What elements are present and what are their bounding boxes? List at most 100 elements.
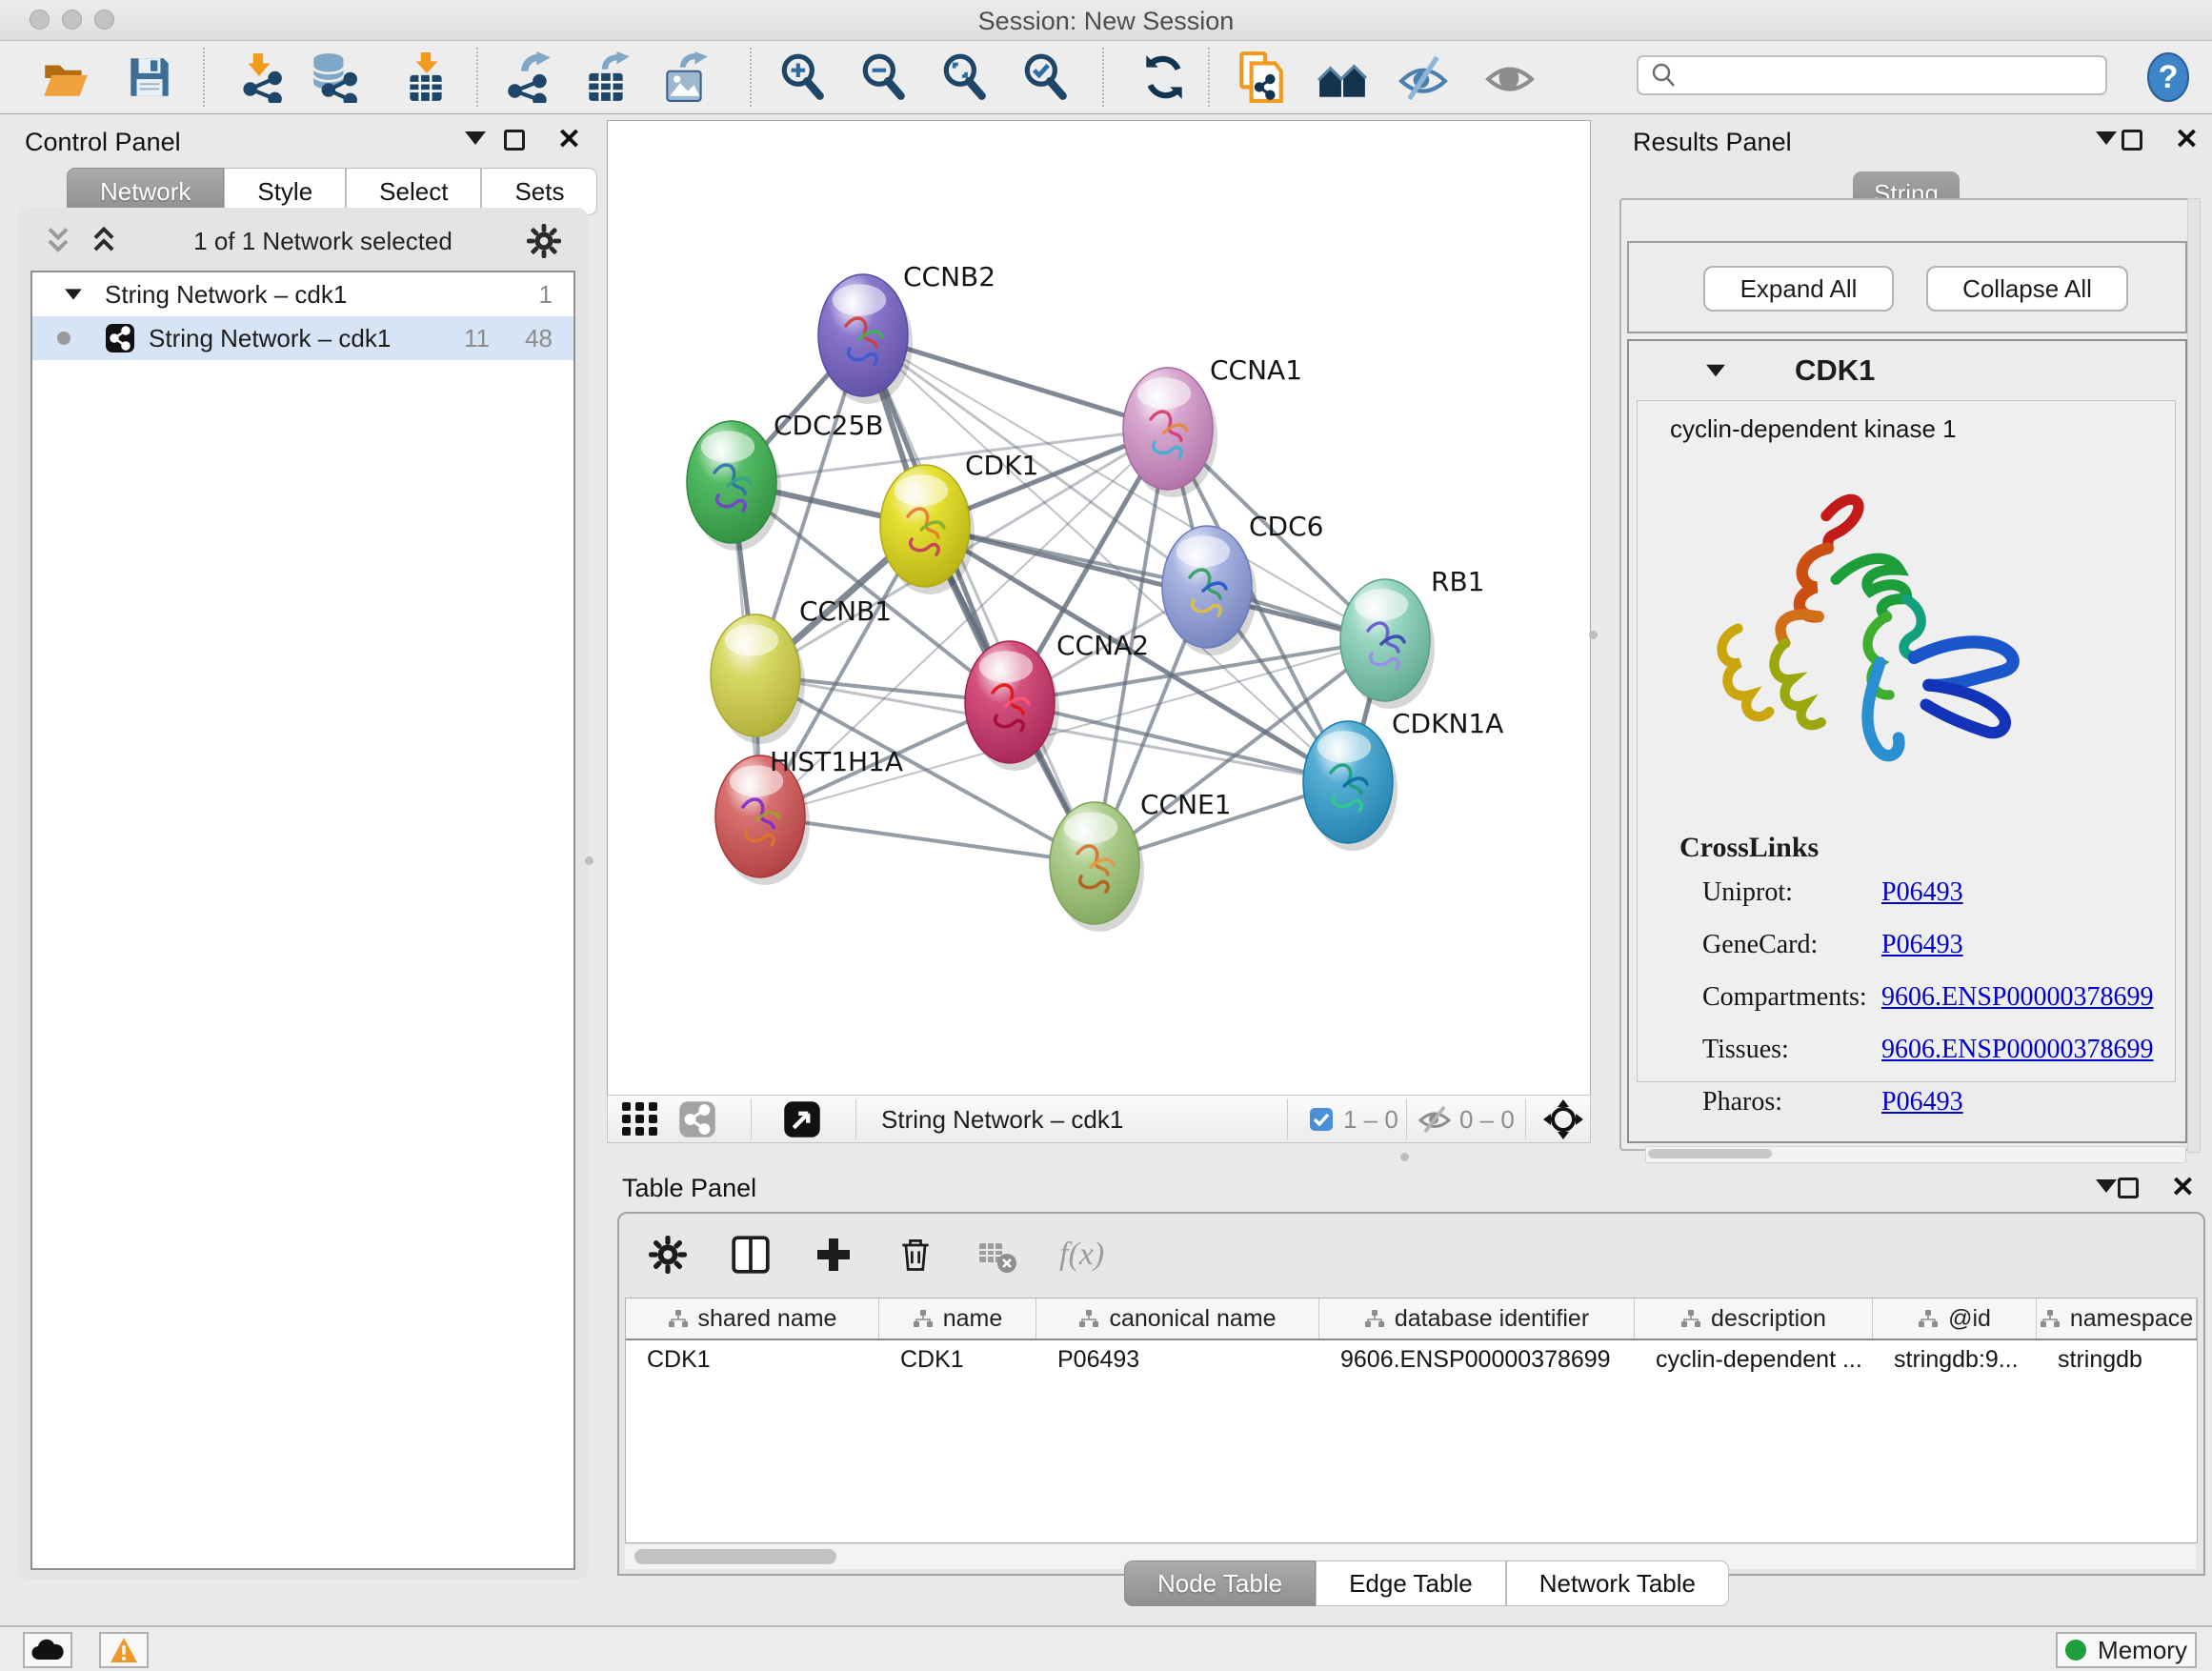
network-node-ccnb1[interactable]: CCNB1 <box>711 595 892 744</box>
network-node-cdc25b[interactable]: CDC25B <box>687 410 884 551</box>
network-row[interactable]: String Network – cdk1 11 48 <box>32 316 573 360</box>
crosslink-value-link[interactable]: P06493 <box>1881 877 1963 907</box>
node-label: CCNB2 <box>903 261 995 292</box>
column-header-shared-name[interactable]: shared name <box>626 1299 879 1339</box>
zoom-in-icon[interactable] <box>776 51 828 103</box>
column-header-name[interactable]: name <box>879 1299 1036 1339</box>
network-options-gear-icon[interactable] <box>526 223 562 259</box>
expand-all-button[interactable]: Expand All <box>1703 266 1894 312</box>
float-panel-icon[interactable] <box>504 130 525 151</box>
zoom-selected-icon[interactable] <box>1019 51 1071 103</box>
network-node-cdk1[interactable]: CDK1 <box>880 450 1038 594</box>
app-store-button[interactable] <box>23 1632 72 1668</box>
float-panel-icon[interactable] <box>2122 130 2142 151</box>
network-node-hist1h1a[interactable]: HIST1H1A <box>715 746 903 885</box>
memory-label: Memory <box>2098 1636 2187 1665</box>
delete-table-icon[interactable] <box>977 1235 1017 1275</box>
tab-node-table[interactable]: Node Table <box>1124 1560 1316 1606</box>
close-panel-icon[interactable]: ✕ <box>557 130 581 151</box>
create-column-icon[interactable] <box>814 1235 854 1275</box>
warnings-button[interactable] <box>99 1632 149 1668</box>
function-builder-icon[interactable]: f(x) <box>1059 1237 1104 1273</box>
node-table: shared namenamecanonical namedatabase id… <box>625 1298 2198 1543</box>
clone-network-icon[interactable] <box>1236 51 1287 103</box>
column-header--id[interactable]: @id <box>1873 1299 2037 1339</box>
bottom-splitter-handle[interactable] <box>1400 1153 1409 1161</box>
table-cell[interactable]: cyclin-dependent ... <box>1635 1340 1873 1380</box>
left-splitter-handle[interactable] <box>585 856 593 865</box>
zoom-out-icon[interactable] <box>857 51 909 103</box>
table-cell[interactable]: CDK1 <box>626 1340 879 1380</box>
import-network-icon[interactable] <box>233 51 285 103</box>
cdk1-collapse-icon[interactable] <box>1706 365 1725 377</box>
collection-expand-icon[interactable] <box>65 289 82 299</box>
birdseye-view-icon[interactable] <box>783 1100 821 1138</box>
table-options-gear-icon[interactable] <box>648 1235 688 1275</box>
table-cell[interactable]: P06493 <box>1036 1340 1319 1380</box>
network-view-type-icon[interactable] <box>678 1100 716 1138</box>
crosslink-value-link[interactable]: P06493 <box>1881 930 1963 959</box>
results-vertical-scrollbar[interactable] <box>2187 198 2201 1153</box>
network-node-ccne1[interactable]: CCNE1 <box>1050 789 1232 932</box>
panel-menu-icon[interactable] <box>2096 1179 2117 1193</box>
column-header-namespace[interactable]: namespace <box>2037 1299 2197 1339</box>
crosslink-value-link[interactable]: 9606.ENSP00000378699 <box>1881 982 2153 1012</box>
tab-edge-table[interactable]: Edge Table <box>1316 1560 1506 1606</box>
help-icon[interactable]: ? <box>2146 51 2190 103</box>
network-node-ccnb2[interactable]: CCNB2 <box>818 261 995 404</box>
delete-column-icon[interactable] <box>895 1235 935 1275</box>
crosslink-value-link[interactable]: P06493 <box>1881 1087 1963 1117</box>
column-header-description[interactable]: description <box>1635 1299 1873 1339</box>
grid-view-icon[interactable] <box>621 1101 659 1137</box>
selected-checkbox-icon[interactable] <box>1309 1107 1334 1132</box>
tab-network-table[interactable]: Network Table <box>1506 1560 1729 1606</box>
toolbar-separator <box>1208 48 1210 107</box>
table-cell[interactable]: 9606.ENSP00000378699 <box>1319 1340 1635 1380</box>
network-node-cdc6[interactable]: CDC6 <box>1162 511 1323 655</box>
network-edge[interactable] <box>863 335 1095 863</box>
main-toolbar: ? <box>0 41 2212 114</box>
network-canvas[interactable]: CCNB2CCNA1CDC25BCDK1CDC6RB1CCNB1CCNA2CDK… <box>607 120 1591 1096</box>
hide-eye-icon[interactable] <box>1398 51 1449 103</box>
export-table-icon[interactable] <box>581 51 633 103</box>
network-node-ccna1[interactable]: CCNA1 <box>1123 354 1302 497</box>
refresh-icon[interactable] <box>1138 51 1190 103</box>
float-panel-icon[interactable] <box>2118 1178 2139 1198</box>
network-collection-row[interactable]: String Network – cdk1 1 <box>32 272 573 316</box>
show-eye-icon[interactable] <box>1484 51 1536 103</box>
collection-count: 1 <box>539 280 553 310</box>
open-session-icon[interactable] <box>40 51 91 103</box>
collapse-all-button[interactable]: Collapse All <box>1926 266 2128 312</box>
right-splitter-handle[interactable] <box>1589 631 1598 639</box>
search-input[interactable] <box>1679 61 2105 90</box>
table-cell[interactable]: stringdb <box>2037 1340 2197 1380</box>
export-image-icon[interactable] <box>659 51 711 103</box>
hidden-elements-icon[interactable] <box>1418 1105 1452 1134</box>
network-edge[interactable] <box>760 816 1095 863</box>
panel-menu-icon[interactable] <box>465 131 486 145</box>
table-cell[interactable]: CDK1 <box>879 1340 1036 1380</box>
fit-selection-icon[interactable] <box>1543 1099 1583 1139</box>
network-edge[interactable] <box>925 526 1385 640</box>
close-panel-icon[interactable]: ✕ <box>2175 130 2199 151</box>
panel-menu-icon[interactable] <box>2096 131 2117 145</box>
show-columns-icon[interactable] <box>730 1234 772 1276</box>
home-panels-icon[interactable] <box>1317 51 1368 103</box>
results-horizontal-scrollbar[interactable] <box>1645 1146 2186 1163</box>
table-cell[interactable]: stringdb:9... <box>1873 1340 2037 1380</box>
network-node-rb1[interactable]: RB1 <box>1340 566 1484 709</box>
import-table-icon[interactable] <box>400 51 452 103</box>
import-network-database-icon[interactable] <box>307 51 358 103</box>
export-network-icon[interactable] <box>503 51 554 103</box>
memory-button[interactable]: Memory <box>2056 1632 2197 1668</box>
zoom-fit-icon[interactable] <box>938 51 990 103</box>
crosslink-value-link[interactable]: 9606.ENSP00000378699 <box>1881 1035 2153 1064</box>
column-header-canonical-name[interactable]: canonical name <box>1036 1299 1319 1339</box>
collapse-all-icon[interactable] <box>42 225 74 257</box>
column-header-database-identifier[interactable]: database identifier <box>1319 1299 1635 1339</box>
save-session-icon[interactable] <box>124 51 175 103</box>
expand-all-icon[interactable] <box>88 225 120 257</box>
network-node-cdkn1a[interactable]: CDKN1A <box>1303 708 1503 851</box>
table-row[interactable]: CDK1CDK1P064939606.ENSP00000378699cyclin… <box>626 1340 2197 1380</box>
close-panel-icon[interactable]: ✕ <box>2171 1178 2195 1198</box>
